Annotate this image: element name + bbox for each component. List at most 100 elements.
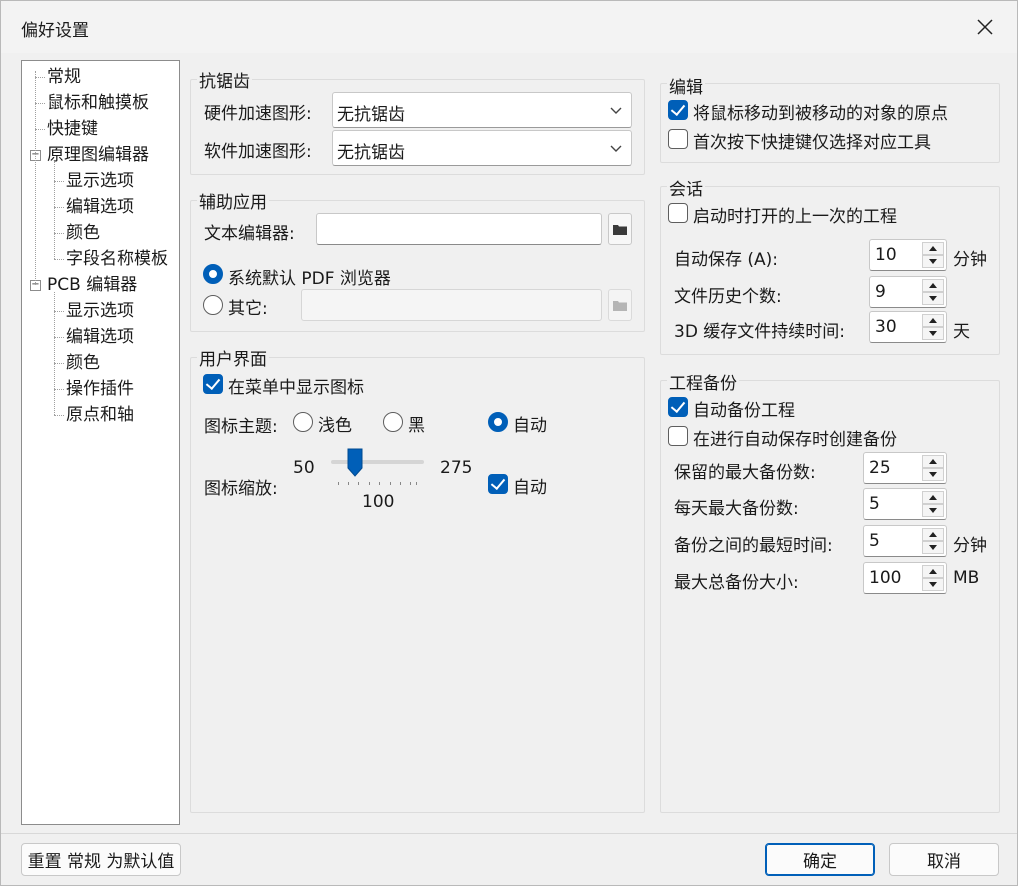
spin-down-button[interactable] [922, 292, 944, 305]
backup-interval-value: 5 [869, 531, 880, 551]
slider-tick [348, 482, 349, 485]
pdf-default-label: 系统默认 PDF 浏览器 [228, 269, 391, 289]
tree-item[interactable]: 编辑选项 [66, 326, 134, 348]
tree-item[interactable]: PCB 编辑器 [47, 274, 137, 296]
cache-duration-spinbox[interactable]: 30 [869, 311, 947, 343]
spin-down-button[interactable] [922, 468, 944, 481]
spin-down-button[interactable] [922, 327, 944, 340]
text-editor-input[interactable] [316, 213, 602, 245]
cache-duration-unit: 天 [953, 322, 970, 342]
text-editor-browse-button[interactable] [608, 213, 632, 245]
spin-up-button[interactable] [922, 242, 944, 255]
spin-up-button[interactable] [922, 279, 944, 292]
tree-item[interactable]: 鼠标和触摸板 [47, 92, 149, 114]
backup-on-autosave-checkbox[interactable] [668, 426, 688, 446]
scale-max-label: 275 [440, 458, 473, 478]
show-icons-label: 在菜单中显示图标 [228, 378, 364, 398]
spin-down-button[interactable] [922, 541, 944, 554]
slider-tick [338, 482, 339, 485]
text-editor-label: 文本编辑器: [204, 224, 295, 244]
hw-accel-label: 硬件加速图形: [204, 104, 312, 124]
show-icons-checkbox[interactable] [203, 374, 223, 394]
ok-button[interactable]: 确定 [765, 843, 875, 876]
backup-interval-spinbox[interactable]: 5 [863, 525, 947, 557]
tree-item[interactable]: 快捷键 [47, 118, 98, 140]
spin-up-button[interactable] [922, 565, 944, 578]
window-title: 偏好设置 [21, 21, 89, 41]
cancel-button[interactable]: 取消 [889, 843, 999, 876]
reopen-project-label: 启动时打开的上一次的工程 [693, 207, 897, 227]
theme-light-radio[interactable] [293, 412, 313, 432]
theme-light-label: 浅色 [318, 416, 352, 436]
theme-auto-radio[interactable] [488, 412, 508, 432]
tree-connector [35, 103, 45, 104]
max-backups-label: 保留的最大备份数: [674, 463, 816, 483]
sw-accel-dropdown[interactable]: 无抗锯齿 [332, 130, 632, 166]
tree-item[interactable]: 字段名称模板 [66, 248, 168, 270]
close-button[interactable] [965, 9, 1005, 45]
icon-scale-slider-track[interactable] [331, 460, 424, 464]
spin-up-button[interactable] [922, 528, 944, 541]
tree-item[interactable]: 操作插件 [66, 378, 134, 400]
scale-min-label: 50 [293, 458, 315, 478]
backup-size-spinbox[interactable]: 100 [863, 562, 947, 594]
file-history-value: 9 [875, 282, 886, 302]
pdf-other-radio[interactable] [203, 295, 223, 315]
chevron-down-icon [610, 145, 622, 152]
tree-connector [35, 71, 36, 285]
backup-size-label: 最大总备份大小: [674, 573, 799, 593]
tree-item[interactable]: 常规 [47, 66, 81, 88]
spin-down-button[interactable] [922, 255, 944, 268]
icon-scale-slider-thumb[interactable] [347, 448, 363, 478]
scale-auto-checkbox[interactable] [488, 474, 508, 494]
first-hotkey-checkbox[interactable] [668, 129, 688, 149]
pdf-other-input[interactable] [301, 289, 602, 321]
tree-connector [54, 207, 64, 208]
spin-up-button[interactable] [922, 314, 944, 327]
theme-dark-radio[interactable] [383, 412, 403, 432]
backup-size-unit: MB [953, 568, 980, 588]
spin-down-button[interactable] [922, 504, 944, 517]
tree-item[interactable]: 原点和轴 [66, 404, 134, 426]
slider-tick [369, 482, 370, 485]
tree-connector [54, 415, 64, 416]
tree-connector [35, 129, 45, 130]
autosave-label: 自动保存 (A): [674, 250, 779, 270]
file-history-spinbox[interactable]: 9 [869, 276, 947, 308]
tree-item[interactable]: 显示选项 [66, 300, 134, 322]
pdf-default-radio[interactable] [203, 264, 223, 284]
hw-accel-dropdown[interactable]: 无抗锯齿 [332, 92, 632, 128]
spin-up-button[interactable] [922, 455, 944, 468]
sw-accel-value: 无抗锯齿 [337, 143, 405, 163]
pdf-other-label: 其它: [228, 299, 268, 319]
theme-auto-label: 自动 [513, 416, 547, 436]
reset-defaults-button[interactable]: 重置 常规 为默认值 [21, 843, 181, 876]
autosave-spinbox[interactable]: 10 [869, 239, 947, 271]
tree-item[interactable]: 颜色 [66, 352, 100, 374]
max-backups-spinbox[interactable]: 25 [863, 452, 947, 484]
icon-scale-label: 图标缩放: [204, 479, 278, 499]
settings-tree[interactable]: 常规 鼠标和触摸板 快捷键 原理图编辑器 − 显示选项 编辑选项 颜色 字段名称模板 PCB 编辑… [21, 60, 180, 825]
tree-item[interactable]: 颜色 [66, 222, 100, 244]
spin-up-button[interactable] [922, 491, 944, 504]
backup-group-title: 工程备份 [667, 369, 739, 394]
editing-group-title: 编辑 [667, 73, 705, 98]
pdf-other-browse-button[interactable] [608, 289, 632, 321]
reopen-project-checkbox[interactable] [668, 203, 688, 223]
tree-item[interactable]: 原理图编辑器 [47, 144, 149, 166]
spin-down-button[interactable] [922, 578, 944, 591]
slider-tick [358, 482, 359, 485]
tree-item[interactable]: 编辑选项 [66, 196, 134, 218]
backup-on-autosave-label: 在进行自动保存时创建备份 [693, 430, 897, 450]
daily-backups-spinbox[interactable]: 5 [863, 488, 947, 520]
slider-tick [410, 482, 411, 485]
slider-tick [400, 482, 401, 485]
autosave-unit: 分钟 [953, 250, 987, 270]
auto-backup-checkbox[interactable] [668, 397, 688, 417]
slider-tick [416, 482, 417, 485]
warp-mouse-checkbox[interactable] [668, 100, 688, 120]
tree-connector [54, 259, 64, 260]
file-history-label: 文件历史个数: [674, 287, 782, 307]
user-interface-group-title: 用户界面 [197, 345, 269, 370]
tree-item[interactable]: 显示选项 [66, 170, 134, 192]
